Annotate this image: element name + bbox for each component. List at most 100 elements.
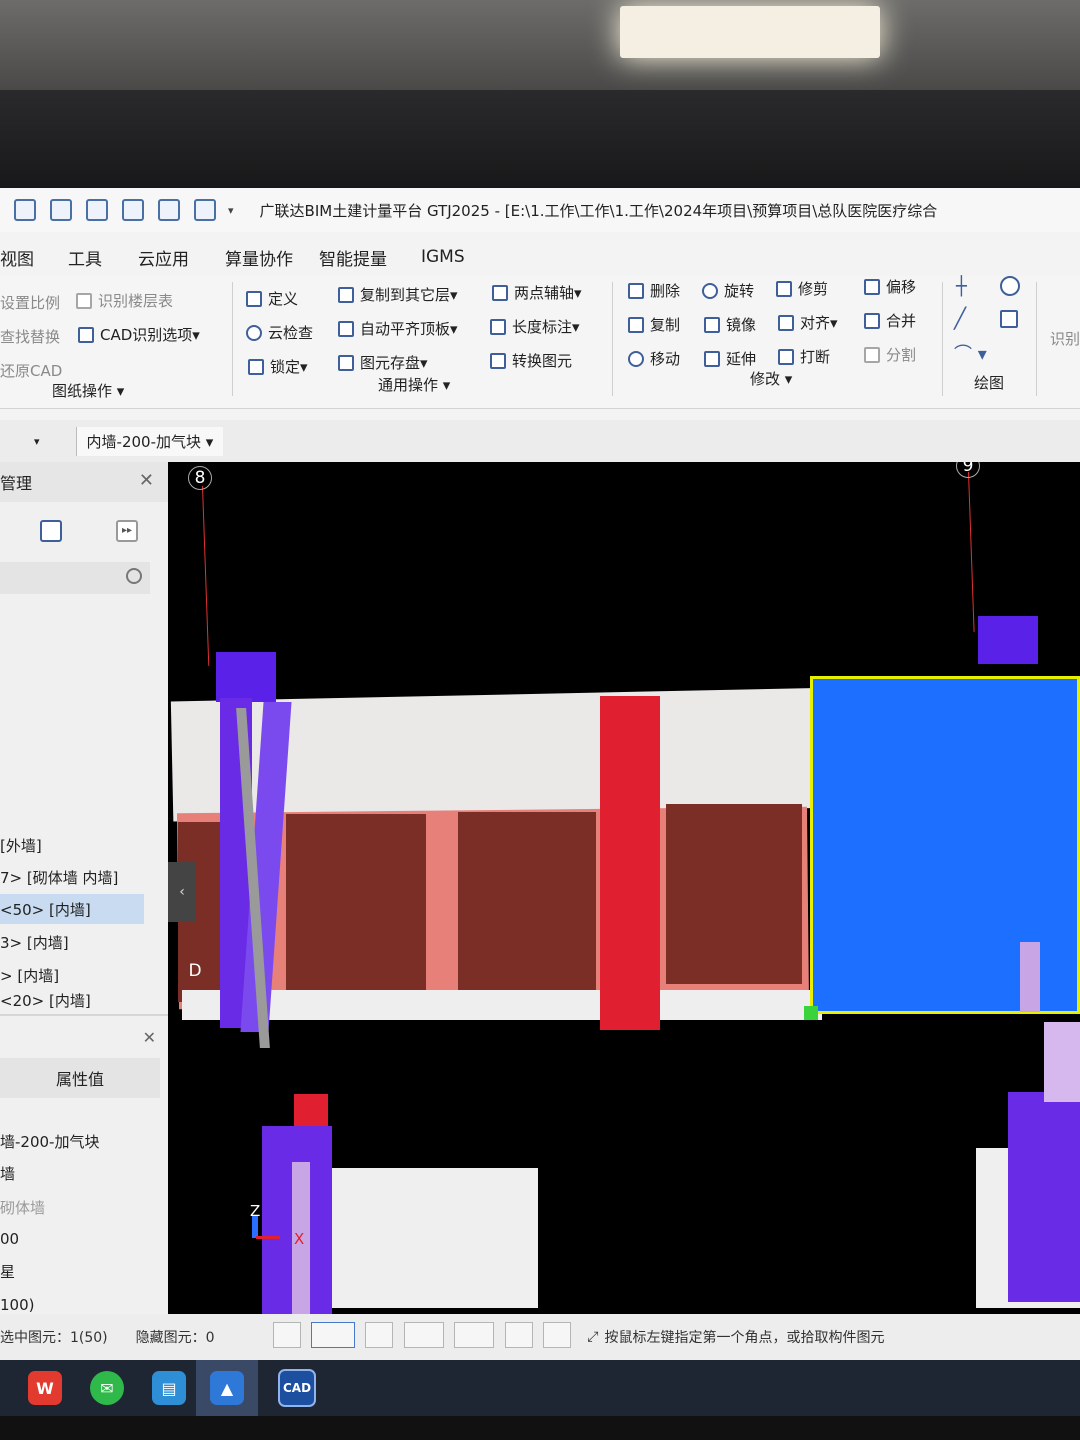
quick-access-dropdown-icon[interactable]: ▾ bbox=[228, 204, 234, 217]
panel-header: 管理 ✕ bbox=[0, 462, 168, 502]
tab-cloud[interactable]: 云应用 bbox=[138, 245, 189, 270]
red-column[interactable] bbox=[600, 696, 660, 1030]
brick-panel[interactable] bbox=[286, 814, 426, 994]
close-icon[interactable]: ✕ bbox=[139, 470, 154, 491]
collapse-panel-icon[interactable]: ‹ bbox=[168, 862, 196, 922]
delete-button[interactable]: 删除 bbox=[628, 280, 680, 301]
element-save-button[interactable]: 图元存盘 ▾ bbox=[338, 352, 428, 373]
offset-button[interactable]: 偏移 bbox=[864, 276, 916, 297]
define-button[interactable]: 定义 bbox=[246, 288, 298, 309]
tab-smart-extract[interactable]: 智能提量 bbox=[319, 245, 387, 270]
axis-bubble-8[interactable]: 8 bbox=[188, 466, 212, 490]
taskbar-active-app[interactable]: ▲ bbox=[196, 1360, 258, 1416]
split-button[interactable]: 分割 bbox=[864, 344, 916, 365]
brick-panel[interactable] bbox=[666, 804, 802, 984]
point-draw-button[interactable]: ┼ bbox=[956, 276, 967, 297]
gtj-icon[interactable]: CAD bbox=[278, 1369, 316, 1407]
merge-button[interactable]: 合并 bbox=[864, 310, 916, 331]
purple-wall[interactable] bbox=[1008, 1092, 1080, 1302]
cloud-check-button[interactable]: 云检查 bbox=[246, 322, 313, 343]
purple-wall-face[interactable] bbox=[1020, 942, 1040, 1012]
property-value[interactable]: 星 bbox=[0, 1256, 160, 1286]
axis-bubble-9[interactable]: 9 bbox=[956, 462, 980, 478]
export-icon[interactable] bbox=[194, 199, 216, 221]
break-button[interactable]: 打断 bbox=[778, 346, 830, 367]
clock-draw-button[interactable] bbox=[1000, 276, 1026, 296]
wps-icon[interactable]: W bbox=[28, 1371, 62, 1405]
app-3-icon[interactable]: ▤ bbox=[152, 1371, 186, 1405]
list-item[interactable]: <20> [内墙] bbox=[0, 990, 150, 1010]
property-type-value[interactable]: 墙 bbox=[0, 1158, 160, 1188]
brick-panel[interactable] bbox=[458, 812, 596, 992]
grid-icon[interactable] bbox=[50, 199, 72, 221]
app-window: ▾ 广联达BIM土建计量平台 GTJ2025 - [E:\1.工作\工作\1.工… bbox=[0, 188, 1080, 1360]
trim-button[interactable]: 修剪 bbox=[776, 278, 828, 299]
search-input[interactable] bbox=[0, 562, 150, 594]
list-item[interactable]: [外墙] bbox=[0, 830, 150, 860]
line-draw-button[interactable]: ╱ bbox=[954, 306, 966, 330]
tab-tools[interactable]: 工具 bbox=[68, 245, 102, 270]
mirror-button[interactable]: 镜像 bbox=[704, 314, 756, 335]
dimension-input-button[interactable] bbox=[454, 1322, 495, 1348]
tab-view[interactable]: 视图 bbox=[0, 245, 34, 270]
purple-wall-face[interactable] bbox=[1044, 1022, 1080, 1102]
tab-igms[interactable]: IGMS bbox=[421, 247, 465, 267]
purple-wall[interactable] bbox=[216, 652, 276, 702]
identify-button[interactable]: 识别 bbox=[1050, 328, 1080, 349]
display-button[interactable] bbox=[504, 1322, 533, 1348]
trim-icon bbox=[776, 280, 792, 297]
list-item-selected[interactable]: <50> [内墙] bbox=[0, 894, 144, 924]
copy-component-icon[interactable] bbox=[40, 520, 62, 542]
axis-line-8 bbox=[202, 485, 210, 666]
list-item[interactable]: 3> [内墙] bbox=[0, 927, 150, 957]
auto-align-slab-button[interactable]: 自动平齐顶板 ▾ bbox=[338, 318, 458, 339]
chevron-down-icon[interactable]: ▾ bbox=[34, 435, 40, 448]
property-thickness-value[interactable]: 00 bbox=[0, 1224, 160, 1254]
property-material-value[interactable]: 砌体墙 bbox=[0, 1192, 160, 1222]
box-select-button[interactable] bbox=[311, 1322, 356, 1348]
rect-draw-button[interactable] bbox=[1000, 310, 1024, 328]
length-dimension-button[interactable]: 长度标注 ▾ bbox=[490, 316, 580, 337]
cad-options-button[interactable]: CAD识别选项 ▾ bbox=[78, 324, 200, 345]
angle-button[interactable] bbox=[403, 1322, 444, 1348]
arc-draw-button[interactable]: ⌒ ▾ bbox=[954, 340, 987, 366]
copy-to-floor-button[interactable]: 复制到其它层 ▾ bbox=[338, 284, 458, 305]
tab-collab[interactable]: 算量协作 bbox=[225, 245, 293, 270]
extend-button[interactable]: 延伸 bbox=[704, 348, 756, 369]
save-icon[interactable] bbox=[14, 199, 36, 221]
save-element-icon bbox=[338, 354, 354, 371]
restore-cad-button[interactable]: 还原CAD bbox=[0, 360, 62, 381]
group-label-general: 通用操作 ▾ bbox=[378, 376, 451, 394]
split-icon bbox=[864, 346, 880, 363]
grip-handle[interactable] bbox=[804, 1006, 818, 1020]
more-icon[interactable]: ▸▸ bbox=[116, 520, 138, 542]
property-name-value[interactable]: 墙-200-加气块 bbox=[0, 1126, 160, 1156]
arc-snap-button[interactable] bbox=[543, 1322, 572, 1348]
align-button[interactable]: 对齐 ▾ bbox=[778, 312, 838, 333]
copy-icon bbox=[628, 316, 644, 333]
element-type-dropdown[interactable]: 内墙-200-加气块 ▾ bbox=[75, 426, 224, 456]
ortho-snap-button[interactable] bbox=[272, 1322, 301, 1348]
rotate-button[interactable]: 旋转 bbox=[702, 280, 754, 301]
drawing-canvas[interactable]: 8 9 D Z X ‹ bbox=[168, 462, 1080, 1314]
lock-button[interactable]: 锁定 ▾ bbox=[248, 356, 308, 377]
purple-wall[interactable] bbox=[978, 616, 1038, 664]
axis-bubble-d[interactable]: D bbox=[184, 960, 206, 982]
find-replace-button[interactable]: 查找替换 bbox=[0, 326, 60, 347]
list-item[interactable]: 7> [砌体墙 内墙] bbox=[0, 862, 150, 892]
extend-icon bbox=[704, 350, 720, 367]
copy-button[interactable]: 复制 bbox=[628, 314, 680, 335]
two-point-axis-button[interactable]: 两点辅轴 ▾ bbox=[492, 282, 582, 303]
layout-icon[interactable] bbox=[86, 199, 108, 221]
convert-element-button[interactable]: 转换图元 bbox=[490, 350, 572, 371]
cross-snap-button[interactable] bbox=[365, 1322, 394, 1348]
close-icon[interactable]: ✕ bbox=[143, 1028, 156, 1047]
wechat-icon[interactable]: ✉ bbox=[90, 1371, 124, 1405]
list-item[interactable]: > [内墙] bbox=[0, 960, 150, 990]
move-button[interactable]: 移动 bbox=[628, 348, 680, 369]
divider bbox=[0, 1014, 168, 1016]
set-scale-button[interactable]: 设置比例 bbox=[0, 292, 60, 313]
film-icon[interactable] bbox=[158, 199, 180, 221]
pen-icon[interactable] bbox=[122, 199, 144, 221]
identify-floor-table-button[interactable]: 识别楼层表 bbox=[76, 290, 173, 311]
